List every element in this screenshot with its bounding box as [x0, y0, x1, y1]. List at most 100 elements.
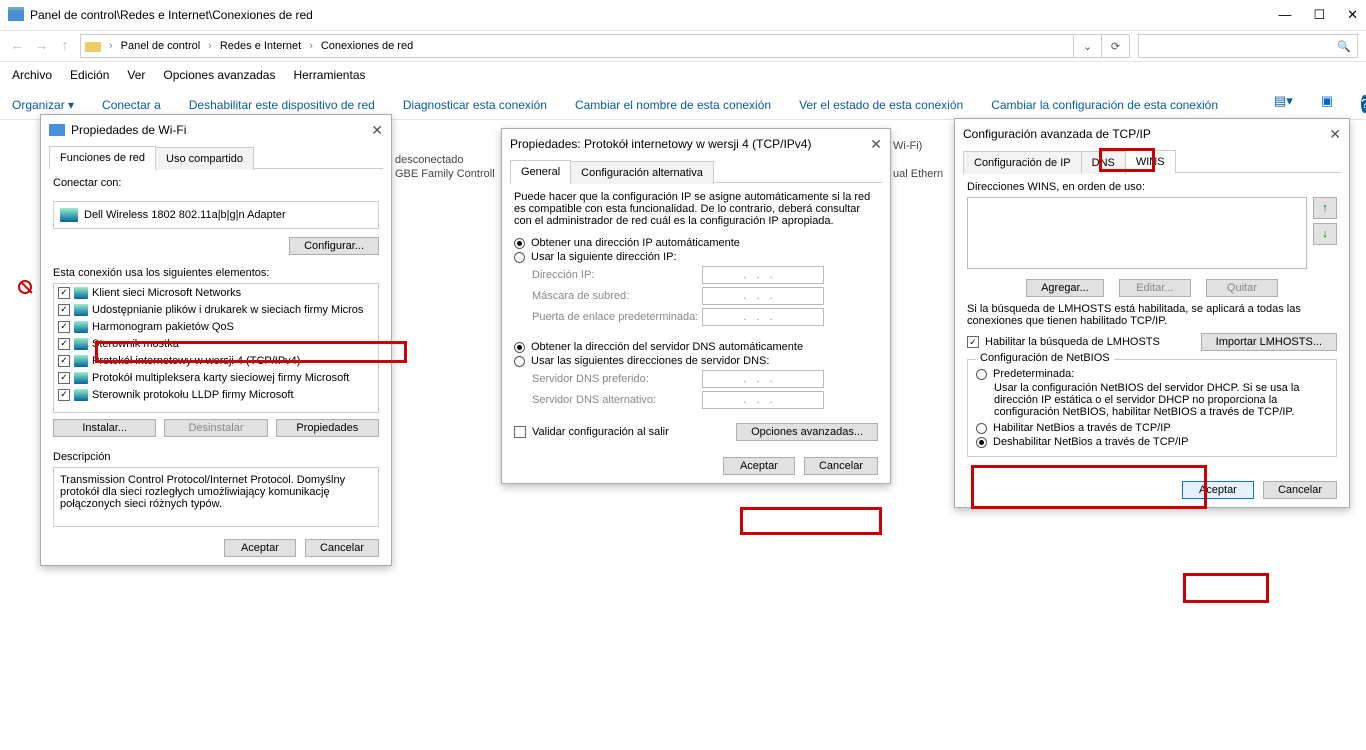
cmd-diagnose[interactable]: Diagnosticar esta conexión — [403, 98, 547, 119]
radio-icon — [514, 356, 525, 367]
wins-listbox[interactable] — [967, 197, 1307, 269]
checkbox-icon[interactable]: ✓ — [58, 372, 70, 384]
description-text: Transmission Control Protocol/Internet P… — [53, 467, 379, 527]
remove-button: Quitar — [1206, 279, 1278, 297]
checkbox-icon[interactable]: ✓ — [58, 355, 70, 367]
checkbox-icon[interactable]: ✓ — [58, 338, 70, 350]
minimize-button[interactable]: — — [1278, 7, 1291, 23]
add-button[interactable]: Agregar... — [1026, 279, 1104, 297]
intro-text: Puede hacer que la configuración IP se a… — [514, 191, 878, 227]
checkbox-icon[interactable]: ✓ — [58, 287, 70, 299]
forward-button[interactable]: → — [32, 37, 50, 55]
protocol-list[interactable]: ✓Klient sieci Microsoft Networks ✓Udostę… — [53, 283, 379, 413]
folder-icon — [85, 38, 101, 54]
uses-following-label: Esta conexión usa los siguientes element… — [53, 267, 379, 279]
tab-general[interactable]: General — [510, 160, 571, 183]
nav-row: ← → ↑ › Panel de control › Redes e Inter… — [0, 30, 1366, 62]
cmd-rename[interactable]: Cambiar el nombre de esta conexión — [575, 98, 771, 119]
list-item: ✓Sterownik mostka — [54, 335, 378, 352]
cancel-button[interactable]: Cancelar — [305, 539, 379, 557]
radio-auto-dns[interactable]: Obtener la dirección del servidor DNS au… — [514, 341, 878, 353]
ok-button[interactable]: Aceptar — [224, 539, 296, 557]
radio-netbios-enable[interactable]: Habilitar NetBios a través de TCP/IP — [976, 422, 1328, 434]
menu-view[interactable]: Ver — [127, 68, 145, 82]
refresh-button[interactable]: ⟳ — [1102, 34, 1130, 58]
maximize-button[interactable]: ☐ — [1313, 7, 1325, 23]
address-bar[interactable]: › Panel de control › Redes e Internet › … — [80, 34, 1074, 58]
protocol-icon — [74, 372, 88, 384]
view-icon[interactable]: ▤▾ — [1274, 93, 1293, 113]
cmd-change-settings[interactable]: Cambiar la configuración de esta conexió… — [991, 98, 1218, 119]
validate-checkbox[interactable] — [514, 426, 526, 438]
move-down-button[interactable]: ↓ — [1313, 223, 1337, 245]
ip-field: ... — [702, 266, 824, 284]
dialog-title: Propiedades: Protokół internetowy w wers… — [510, 137, 811, 151]
tab-network-functions[interactable]: Funciones de red — [49, 146, 156, 169]
import-lmhosts-button[interactable]: Importar LMHOSTS... — [1201, 333, 1337, 351]
menubar: Archivo Edición Ver Opciones avanzadas H… — [0, 62, 1366, 88]
ok-button[interactable]: Aceptar — [1182, 481, 1254, 499]
back-button[interactable]: ← — [8, 37, 26, 55]
menu-edit[interactable]: Edición — [70, 68, 109, 82]
up-button[interactable]: ↑ — [56, 37, 74, 55]
addr-dropdown[interactable]: ⌄ — [1074, 34, 1102, 58]
tab-dns[interactable]: DNS — [1081, 151, 1126, 174]
adapter-name: Dell Wireless 1802 802.11a|b|g|n Adapter — [84, 209, 286, 221]
close-button[interactable]: ✕ — [1347, 7, 1358, 23]
protocol-icon — [74, 287, 88, 299]
cancel-button[interactable]: Cancelar — [804, 457, 878, 475]
tab-ip-settings[interactable]: Configuración de IP — [963, 151, 1082, 174]
search-box[interactable]: 🔍 — [1138, 34, 1358, 58]
adapter-icon — [60, 208, 78, 222]
checkbox-icon[interactable]: ✓ — [58, 389, 70, 401]
window-title: Panel de control\Redes e Internet\Conexi… — [30, 8, 313, 22]
tab-wins[interactable]: WINS — [1125, 150, 1176, 173]
install-button[interactable]: Instalar... — [53, 419, 156, 437]
close-icon[interactable]: ✕ — [371, 122, 383, 139]
adapter-field: Dell Wireless 1802 802.11a|b|g|n Adapter — [53, 201, 379, 229]
radio-icon — [976, 369, 987, 380]
radio-icon — [514, 342, 525, 353]
preview-pane-icon[interactable]: ▣ — [1321, 93, 1333, 113]
enable-lmhosts-checkbox[interactable]: ✓ — [967, 336, 979, 348]
ok-button[interactable]: Aceptar — [723, 457, 795, 475]
radio-icon — [514, 252, 525, 263]
radio-use-dns[interactable]: Usar las siguientes direcciones de servi… — [514, 355, 878, 367]
edit-button: Editar... — [1119, 279, 1191, 297]
description-label: Descripción — [53, 451, 379, 463]
list-item: ✓Protokół multipleksera karty sieciowej … — [54, 369, 378, 386]
close-icon[interactable]: ✕ — [870, 136, 882, 153]
menu-file[interactable]: Archivo — [12, 68, 52, 82]
validate-label: Validar configuración al salir — [532, 426, 669, 438]
properties-button[interactable]: Propiedades — [276, 419, 379, 437]
lmhosts-note: Si la búsqueda de LMHOSTS está habilitad… — [967, 303, 1337, 327]
menu-tools[interactable]: Herramientas — [293, 68, 365, 82]
dialog-title: Configuración avanzada de TCP/IP — [963, 127, 1151, 141]
menu-advanced[interactable]: Opciones avanzadas — [163, 68, 275, 82]
radio-netbios-disable[interactable]: Deshabilitar NetBios a través de TCP/IP — [976, 436, 1328, 448]
radio-netbios-default[interactable]: Predeterminada: — [976, 368, 1328, 380]
checkbox-icon[interactable]: ✓ — [58, 304, 70, 316]
cmd-status[interactable]: Ver el estado de esta conexión — [799, 98, 963, 119]
control-panel-icon — [8, 7, 24, 23]
tab-alt-config[interactable]: Configuración alternativa — [570, 161, 714, 184]
protocol-icon — [74, 338, 88, 350]
advanced-button[interactable]: Opciones avanzadas... — [736, 423, 878, 441]
tab-sharing[interactable]: Uso compartido — [155, 147, 254, 170]
radio-icon — [976, 423, 987, 434]
gateway-label: Puerta de enlace predeterminada: — [532, 311, 702, 323]
netbios-group: Configuración de NetBIOS Predeterminada:… — [967, 359, 1337, 457]
list-item: ✓Udostępnianie plików i drukarek w sieci… — [54, 301, 378, 318]
wifi-properties-dialog: Propiedades de Wi-Fi ✕ Funciones de red … — [40, 114, 392, 566]
protocol-icon — [74, 321, 88, 333]
radio-auto-ip[interactable]: Obtener una dirección IP automáticamente — [514, 237, 878, 249]
radio-use-ip[interactable]: Usar la siguiente dirección IP: — [514, 251, 878, 263]
help-icon[interactable]: ? — [1361, 95, 1366, 113]
cancel-button[interactable]: Cancelar — [1263, 481, 1337, 499]
move-up-button[interactable]: ↑ — [1313, 197, 1337, 219]
configure-button[interactable]: Configurar... — [289, 237, 379, 255]
list-item: ✓Harmonogram pakietów QoS — [54, 318, 378, 335]
close-icon[interactable]: ✕ — [1329, 126, 1341, 143]
ipv4-properties-dialog: Propiedades: Protokół internetowy w wers… — [501, 128, 891, 484]
checkbox-icon[interactable]: ✓ — [58, 321, 70, 333]
